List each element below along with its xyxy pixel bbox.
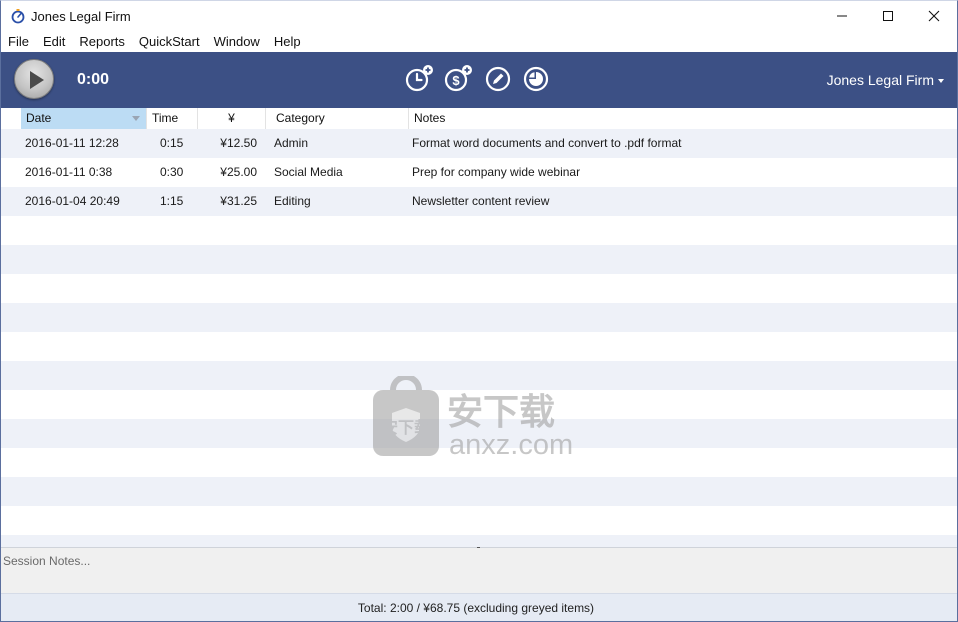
table-body: 2016-01-11 12:28 0:15 ¥12.50 Admin Forma… (1, 129, 957, 547)
session-notes-panel (1, 550, 957, 593)
table-row[interactable]: 2016-01-11 12:28 0:15 ¥12.50 Admin Forma… (1, 129, 957, 158)
menu-edit[interactable]: Edit (36, 31, 72, 52)
cell-category: Editing (274, 194, 311, 208)
cell-date: 2016-01-04 20:49 (25, 194, 120, 208)
add-expense-icon[interactable]: $ (443, 64, 473, 94)
client-dropdown[interactable]: Jones Legal Firm (827, 72, 944, 88)
status-bar: Total: 2:00 / ¥68.75 (excluding greyed i… (1, 593, 957, 621)
close-button[interactable] (911, 1, 957, 31)
minimize-icon (837, 15, 847, 17)
column-header-date[interactable]: Date (21, 108, 147, 129)
column-header-notes[interactable]: Notes (409, 108, 957, 129)
time-entries-table: Date Time ¥ Category Notes 2016-01-11 12… (1, 108, 957, 547)
play-icon (30, 71, 44, 89)
table-row[interactable]: 2016-01-04 20:49 1:15 ¥31.25 Editing New… (1, 187, 957, 216)
empty-row (1, 216, 957, 245)
svg-text:$: $ (452, 73, 460, 88)
maximize-button[interactable] (865, 1, 911, 31)
empty-row (1, 477, 957, 506)
app-window: Jones Legal Firm File Edit Reports Quick… (0, 0, 958, 622)
column-header-time[interactable]: Time (147, 108, 198, 129)
cell-time: 0:15 (160, 136, 184, 150)
menu-reports[interactable]: Reports (72, 31, 132, 52)
watermark-text-cn: 安下载 (447, 392, 555, 433)
empty-row (1, 274, 957, 303)
cell-notes: Prep for company wide webinar (412, 165, 581, 179)
add-time-icon[interactable] (404, 64, 434, 94)
cell-notes: Format word documents and convert to .pd… (412, 136, 682, 150)
cell-date: 2016-01-11 12:28 (25, 136, 119, 150)
pie-chart-icon[interactable] (521, 64, 551, 94)
empty-row (1, 506, 957, 535)
table-header: Date Time ¥ Category Notes (1, 108, 957, 129)
stopwatch-app-icon (11, 9, 25, 24)
client-name: Jones Legal Firm (826, 72, 934, 88)
menu-window[interactable]: Window (207, 31, 267, 52)
cell-amount: ¥25.00 (220, 165, 257, 179)
toolbar: 0:00 $ Jones Legal Firm (1, 52, 957, 108)
empty-row (1, 303, 957, 332)
edit-icon[interactable] (483, 64, 513, 94)
sort-desc-icon (132, 116, 140, 121)
window-title: Jones Legal Firm (31, 9, 131, 24)
empty-row (1, 245, 957, 274)
column-header-amount[interactable]: ¥ (198, 108, 266, 129)
menu-file[interactable]: File (1, 31, 36, 52)
minimize-button[interactable] (819, 1, 865, 31)
cell-category: Admin (274, 136, 309, 150)
close-icon (928, 10, 940, 22)
watermark-text-en: anxz.com (449, 429, 573, 460)
play-button[interactable] (14, 59, 54, 99)
title-bar: Jones Legal Firm (1, 1, 957, 31)
cell-notes: Newsletter content review (412, 194, 550, 208)
timer-display: 0:00 (77, 71, 110, 88)
cell-time: 0:30 (160, 165, 184, 179)
menu-bar: File Edit Reports QuickStart Window Help (1, 31, 957, 52)
session-notes-input[interactable] (1, 550, 957, 593)
column-header-category[interactable]: Category (266, 108, 409, 129)
maximize-icon (883, 11, 893, 21)
empty-row (1, 332, 957, 361)
menu-help[interactable]: Help (267, 31, 308, 52)
watermark-logo: 安下载 安下载 anxz.com (373, 376, 573, 460)
total-summary: Total: 2:00 / ¥68.75 (excluding greyed i… (357, 600, 595, 615)
cell-amount: ¥12.50 (220, 136, 257, 150)
chevron-down-icon (938, 78, 944, 83)
cell-category: Social Media (274, 165, 343, 179)
empty-row (1, 535, 957, 547)
menu-quickstart[interactable]: QuickStart (132, 31, 207, 52)
cell-time: 1:15 (160, 194, 184, 208)
cell-date: 2016-01-11 0:38 (25, 165, 113, 179)
table-row[interactable]: 2016-01-11 0:38 0:30 ¥25.00 Social Media… (1, 158, 957, 187)
splitter-grip-icon[interactable] (477, 547, 480, 548)
svg-text:安下载: 安下载 (382, 418, 430, 437)
cell-amount: ¥31.25 (220, 194, 257, 208)
